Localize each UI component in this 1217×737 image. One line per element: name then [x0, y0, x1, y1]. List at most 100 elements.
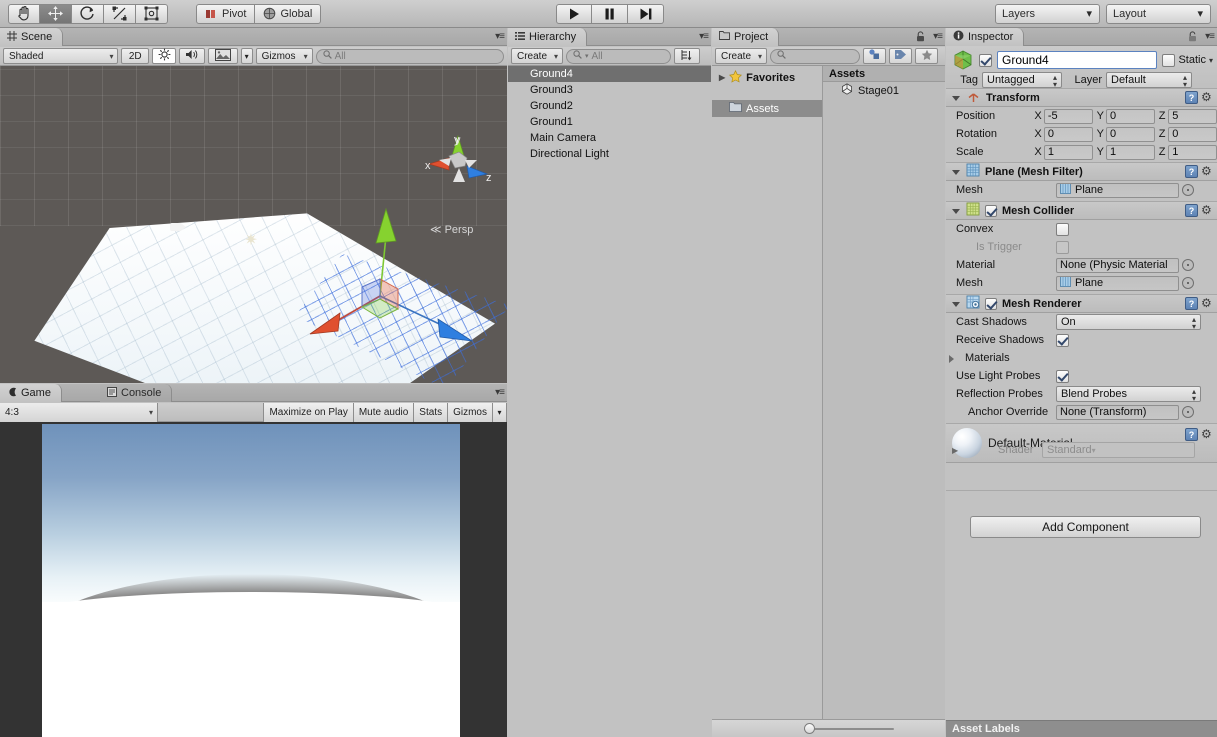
zoom-slider-knob[interactable] — [803, 722, 815, 734]
global-toggle-button[interactable]: Global — [255, 3, 322, 24]
material-header[interactable]: Default-Material ? ⚙ ▶ Shader Standard ▾ — [946, 423, 1217, 463]
layers-dropdown[interactable]: Layers ▾ — [995, 3, 1100, 24]
transform-header[interactable]: Transform ? ⚙ — [946, 88, 1217, 107]
scene-projection-label[interactable]: ≪ Persp — [430, 223, 473, 236]
position-x-input[interactable]: -5 — [1043, 108, 1093, 124]
project-panel-menu-button[interactable]: ▾≡ — [933, 31, 943, 42]
mesh-filter-foldout[interactable] — [952, 167, 961, 176]
project-create-button[interactable]: Create ▾ — [715, 48, 767, 64]
game-gizmos-toggle[interactable]: Gizmos — [448, 402, 493, 422]
help-icon[interactable]: ? — [1185, 204, 1198, 217]
hierarchy-search-input[interactable]: ▾ All — [566, 48, 671, 64]
material-foldout[interactable]: ▶ — [952, 446, 958, 455]
scene-2d-toggle[interactable]: 2D — [121, 48, 150, 64]
inspector-panel-menu-button[interactable]: ▾≡ — [1205, 31, 1215, 42]
play-button[interactable] — [556, 3, 592, 24]
scene-panel-menu-button[interactable]: ▾≡ — [495, 31, 505, 42]
mute-audio-toggle[interactable]: Mute audio — [353, 402, 415, 422]
mesh-collider-header[interactable]: Mesh Collider ? ⚙ — [946, 201, 1217, 220]
collider-mesh-picker[interactable] — [1182, 277, 1194, 289]
project-content[interactable]: Assets Stage01 — [823, 66, 945, 719]
position-z-input[interactable]: 5 — [1168, 108, 1217, 124]
scale-tool-button[interactable] — [104, 3, 136, 24]
tag-dropdown[interactable]: Untagged ▴ ▾ — [982, 72, 1062, 89]
shader-dropdown[interactable]: Standard ▾ — [1042, 442, 1195, 458]
hierarchy-item-main-camera[interactable]: Main Camera — [508, 130, 711, 146]
mesh-renderer-enabled-checkbox[interactable] — [985, 297, 997, 310]
scene-axis-gizmo[interactable]: y x y z — [425, 134, 493, 196]
maximize-on-play-toggle[interactable]: Maximize on Play — [263, 402, 354, 422]
tab-hierarchy[interactable]: Hierarchy — [508, 28, 588, 46]
move-tool-button[interactable] — [40, 3, 72, 24]
scale-z-input[interactable]: 1 — [1168, 144, 1217, 160]
add-component-button[interactable]: Add Component — [970, 516, 1201, 538]
gear-icon[interactable]: ⚙ — [1201, 165, 1214, 178]
scene-effects-dropdown[interactable]: ▾ — [240, 48, 253, 64]
static-checkbox[interactable] — [1162, 53, 1176, 67]
mesh-collider-foldout[interactable] — [952, 206, 961, 215]
convex-checkbox[interactable] — [1056, 222, 1069, 236]
pause-button[interactable] — [592, 3, 628, 24]
scene-search-input[interactable]: All — [315, 48, 504, 64]
help-icon[interactable]: ? — [1185, 165, 1198, 178]
tab-game[interactable]: Game — [0, 384, 62, 402]
cast-shadows-dropdown[interactable]: On ▴ ▾ — [1056, 314, 1201, 331]
project-tree[interactable]: ▶ Favorites Assets — [712, 66, 823, 719]
hierarchy-item-ground1[interactable]: Ground1 — [508, 114, 711, 130]
hierarchy-item-ground4[interactable]: Ground4 — [508, 66, 711, 82]
rotate-tool-button[interactable] — [72, 3, 104, 24]
hierarchy-item-directional-light[interactable]: Directional Light — [508, 146, 711, 162]
hierarchy-item-ground2[interactable]: Ground2 — [508, 98, 711, 114]
game-gizmos-dropdown[interactable]: ▾ — [493, 402, 507, 422]
game-aspect-dropdown[interactable]: 4:3 ▾ — [0, 402, 158, 422]
layer-dropdown[interactable]: Default ▴ ▾ — [1106, 72, 1192, 89]
mesh-collider-enabled-checkbox[interactable] — [985, 204, 997, 217]
chevron-right-icon[interactable]: ▶ — [719, 73, 725, 82]
scene-effects-toggle[interactable] — [208, 48, 238, 64]
project-asset-item-stage01[interactable]: Stage01 — [823, 82, 945, 99]
gear-icon[interactable]: ⚙ — [1201, 91, 1214, 104]
project-filter-label-button[interactable] — [889, 48, 912, 64]
hierarchy-create-button[interactable]: Create ▾ — [511, 48, 563, 64]
scene-audio-toggle[interactable] — [179, 48, 206, 64]
step-button[interactable] — [628, 3, 664, 24]
scene-gizmos-dropdown[interactable]: Gizmos ▾ — [255, 48, 313, 64]
gear-icon[interactable]: ⚙ — [1201, 297, 1214, 310]
hierarchy-sort-button[interactable] — [674, 48, 700, 64]
scale-y-input[interactable]: 1 — [1106, 144, 1155, 160]
receive-shadows-checkbox[interactable] — [1056, 333, 1069, 347]
pivot-toggle-button[interactable]: Pivot — [196, 3, 256, 24]
gameobject-enabled-checkbox[interactable] — [979, 53, 992, 67]
project-favorites-row[interactable]: ▶ Favorites — [712, 69, 822, 86]
mesh-renderer-foldout[interactable] — [952, 299, 961, 308]
collider-material-field[interactable]: None (Physic Material — [1056, 257, 1179, 273]
gear-icon[interactable]: ⚙ — [1201, 204, 1214, 217]
project-favorites-button[interactable] — [915, 48, 938, 64]
gear-icon[interactable]: ⚙ — [1201, 428, 1214, 441]
directional-light-gizmo[interactable]: ✷ — [243, 233, 259, 249]
scene-lighting-toggle[interactable] — [152, 48, 177, 64]
project-zoom-slider[interactable] — [803, 722, 894, 735]
chevron-down-icon[interactable]: ▾ — [1209, 56, 1213, 65]
help-icon[interactable]: ? — [1185, 428, 1198, 441]
hierarchy-list[interactable]: Ground4 Ground3 Ground2 Ground1 Main Cam… — [508, 66, 711, 737]
collider-mesh-field[interactable]: Plane — [1056, 275, 1179, 291]
main-camera-gizmo[interactable] — [170, 223, 186, 231]
project-search-input[interactable] — [770, 48, 860, 64]
tab-scene[interactable]: Scene — [0, 28, 64, 46]
hierarchy-item-ground3[interactable]: Ground3 — [508, 82, 711, 98]
reflection-probes-dropdown[interactable]: Blend Probes ▴ ▾ — [1056, 386, 1201, 403]
tab-project[interactable]: Project — [712, 28, 780, 46]
project-filter-type-button[interactable] — [863, 48, 886, 64]
hierarchy-panel-menu-button[interactable]: ▾≡ — [699, 31, 709, 42]
help-icon[interactable]: ? — [1185, 297, 1198, 310]
rotation-z-input[interactable]: 0 — [1168, 126, 1217, 142]
project-lock-icon[interactable] — [916, 31, 925, 45]
tab-inspector[interactable]: Inspector — [946, 28, 1025, 46]
anchor-override-field[interactable]: None (Transform) — [1056, 404, 1179, 420]
project-assets-row[interactable]: Assets — [712, 100, 822, 117]
position-y-input[interactable]: 0 — [1106, 108, 1155, 124]
scene-shading-dropdown[interactable]: Shaded ▾ — [3, 48, 119, 64]
inspector-lock-icon[interactable] — [1188, 31, 1197, 45]
transform-foldout[interactable] — [952, 93, 961, 102]
